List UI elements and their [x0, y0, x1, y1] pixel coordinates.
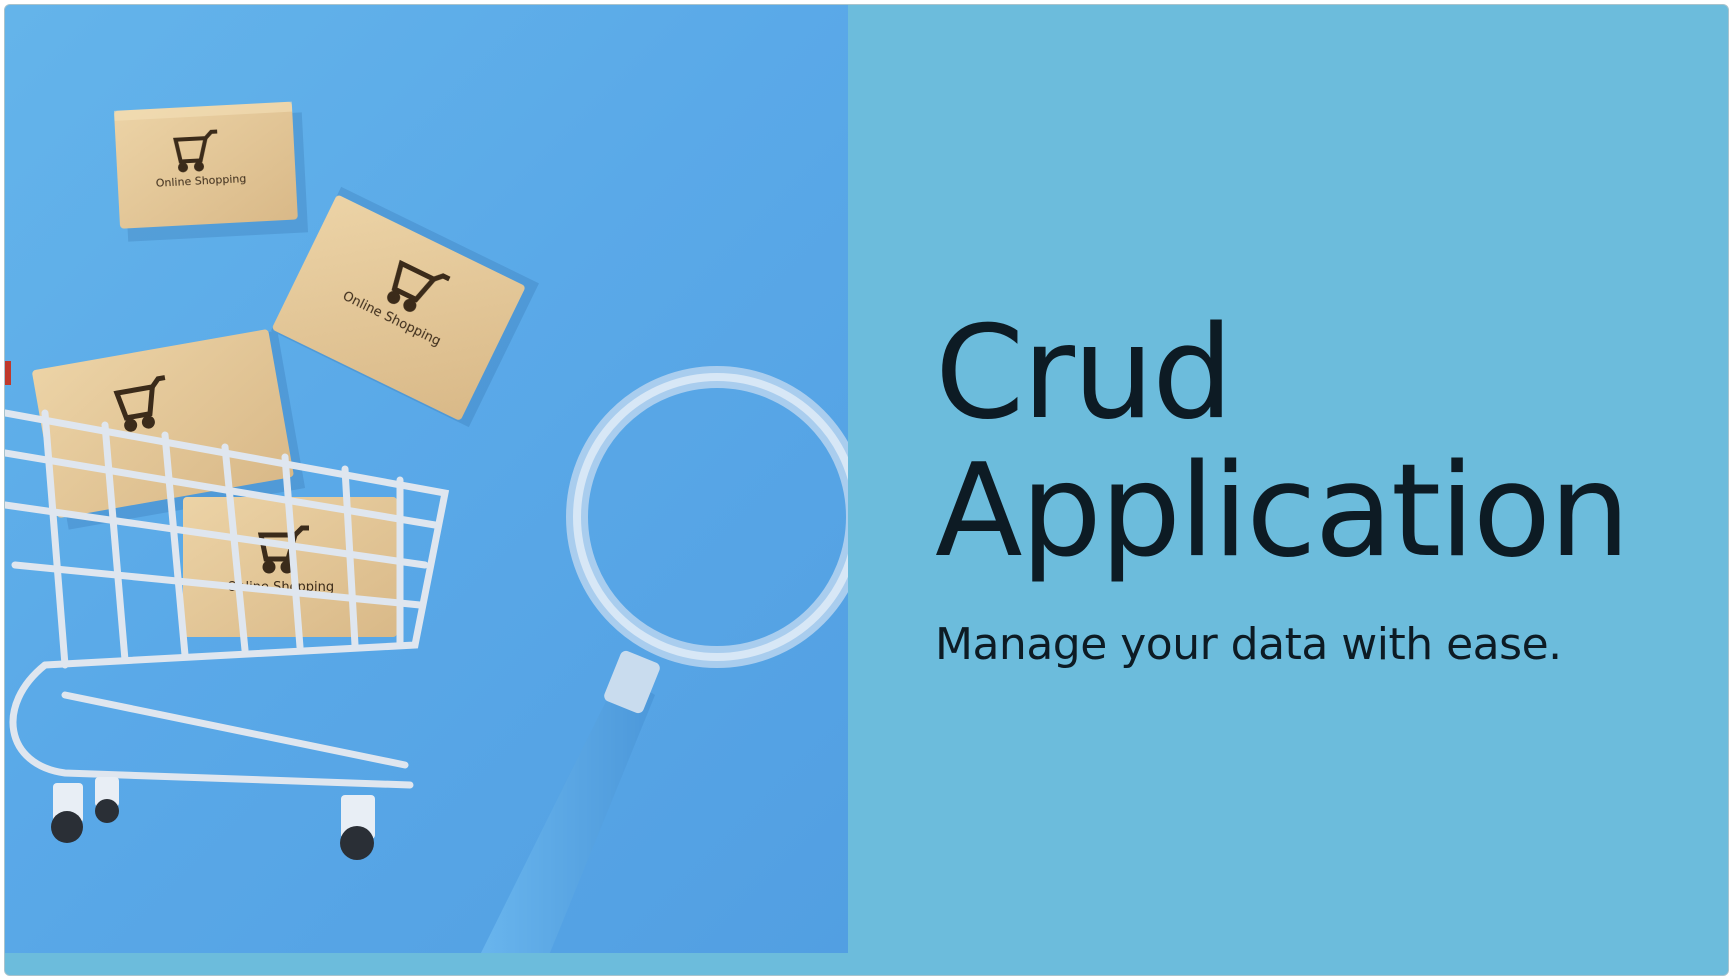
package-box-1: Online Shopping [113, 101, 298, 229]
title-panel: Crud Application Manage your data with e… [935, 305, 1695, 673]
cart-wheels [51, 777, 375, 860]
magnifying-glass-icon [480, 366, 848, 953]
slide-title-line-1: Crud [935, 299, 1233, 448]
bottom-strip [5, 953, 1728, 975]
shopping-illustration: Online Shopping Online Shopping Online S… [5, 101, 848, 953]
hero-image: Online Shopping Online Shopping Online S… [5, 5, 848, 953]
title-slide: Online Shopping Online Shopping Online S… [4, 4, 1729, 976]
slide-title-line-2: Application [935, 437, 1630, 586]
red-accent [5, 361, 11, 385]
slide-subtitle: Manage your data with ease. [935, 619, 1562, 670]
